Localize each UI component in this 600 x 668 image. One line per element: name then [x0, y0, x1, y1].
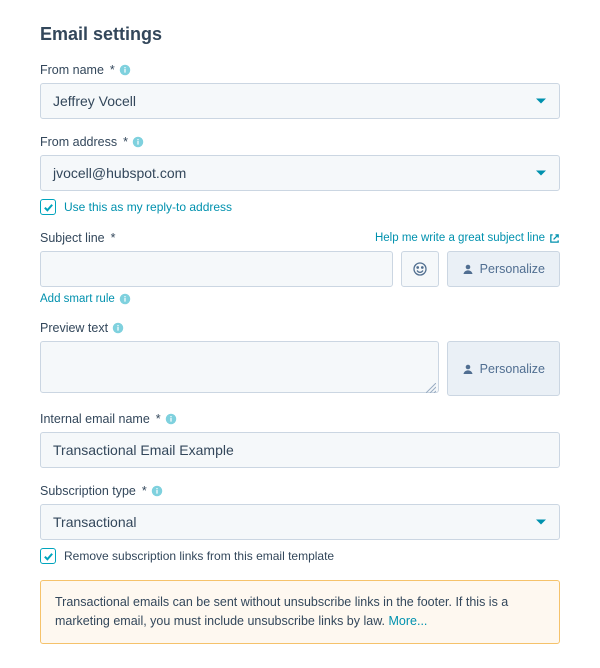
internal-name-input[interactable] [40, 432, 560, 468]
transactional-alert: Transactional emails can be sent without… [40, 580, 560, 644]
info-icon[interactable] [165, 413, 177, 425]
from-address-select[interactable]: jvocell@hubspot.com [40, 155, 560, 191]
from-address-field: From address* jvocell@hubspot.com Use th… [40, 135, 560, 215]
remove-links-label: Remove subscription links from this emai… [64, 549, 334, 563]
emoji-button[interactable] [401, 251, 439, 287]
page-title: Email settings [40, 24, 560, 45]
info-icon[interactable] [119, 293, 131, 305]
info-icon[interactable] [151, 485, 163, 497]
external-link-icon [549, 233, 560, 244]
remove-links-checkbox[interactable] [40, 548, 56, 564]
internal-name-label: Internal email name* [40, 412, 177, 426]
from-name-label: From name* [40, 63, 131, 77]
from-name-select[interactable]: Jeffrey Vocell [40, 83, 560, 119]
info-icon[interactable] [132, 136, 144, 148]
internal-name-field: Internal email name* [40, 412, 560, 468]
subject-help-link[interactable]: Help me write a great subject line [375, 232, 560, 244]
subject-line-label: Subject line* [40, 231, 116, 245]
info-icon[interactable] [119, 64, 131, 76]
from-name-field: From name* Jeffrey Vocell [40, 63, 560, 119]
personalize-subject-button[interactable]: Personalize [447, 251, 560, 287]
chevron-down-icon [535, 516, 547, 528]
chevron-down-icon [535, 95, 547, 107]
info-icon[interactable] [112, 322, 124, 334]
subject-line-field: Subject line* Help me write a great subj… [40, 231, 560, 305]
preview-text-label: Preview text [40, 321, 124, 335]
reply-to-label: Use this as my reply-to address [64, 200, 232, 214]
preview-text-input[interactable] [40, 341, 439, 393]
subject-line-input[interactable] [40, 251, 393, 287]
add-smart-rule-link[interactable]: Add smart rule [40, 293, 131, 305]
subscription-type-label: Subscription type* [40, 484, 163, 498]
smile-icon [412, 261, 428, 277]
reply-to-row: Use this as my reply-to address [40, 199, 560, 215]
alert-more-link[interactable]: More... [389, 614, 428, 628]
from-address-label: From address* [40, 135, 144, 149]
preview-text-field: Preview text Personalize [40, 321, 560, 396]
person-icon [462, 363, 474, 375]
personalize-preview-button[interactable]: Personalize [447, 341, 560, 396]
subscription-type-field: Subscription type* Transactional Remove … [40, 484, 560, 564]
remove-links-row: Remove subscription links from this emai… [40, 548, 560, 564]
person-icon [462, 263, 474, 275]
reply-to-checkbox[interactable] [40, 199, 56, 215]
chevron-down-icon [535, 167, 547, 179]
subscription-type-select[interactable]: Transactional [40, 504, 560, 540]
